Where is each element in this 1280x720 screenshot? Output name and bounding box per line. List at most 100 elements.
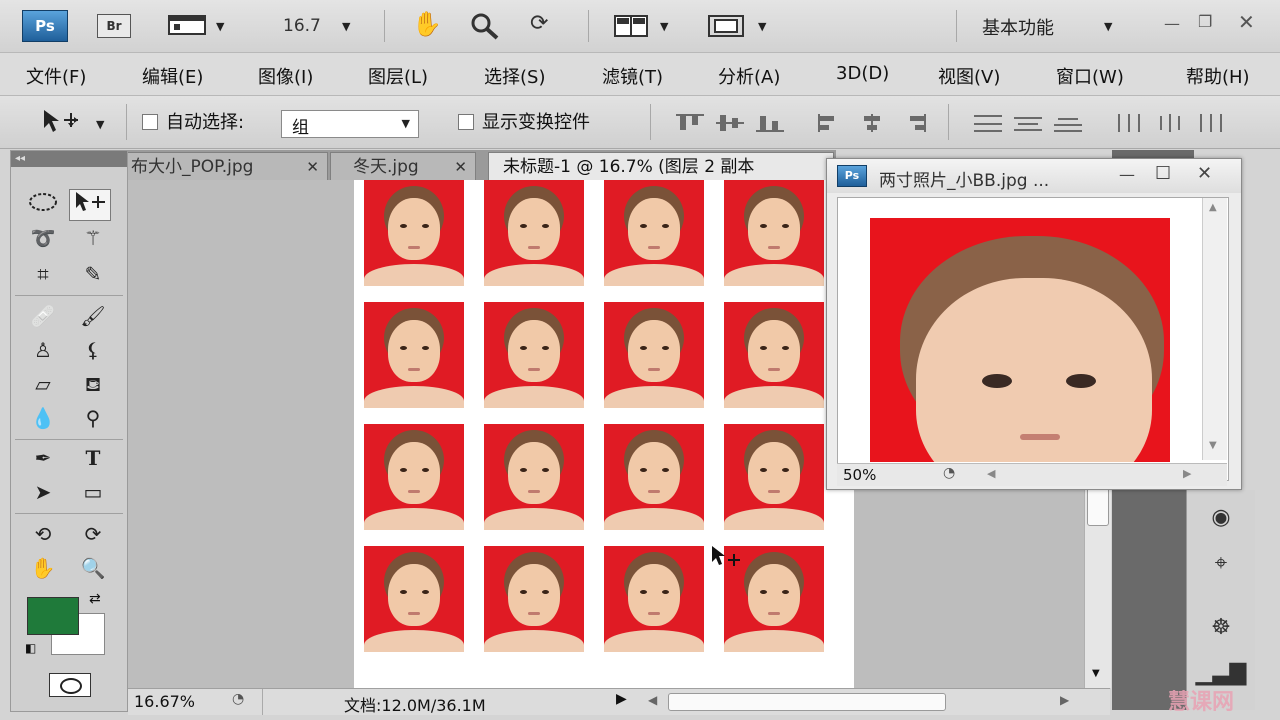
auto-select-checkbox[interactable] [142,114,158,130]
menu-view[interactable]: 视图(V) [938,63,1000,89]
navigator-icon[interactable]: ☸ [1187,608,1255,648]
close-tab-icon[interactable]: ✕ [454,153,467,181]
scroll-right-icon[interactable]: ▶ [1183,467,1191,480]
status-options-icon[interactable]: ◔ [232,691,244,707]
pen-tool-icon[interactable]: ✒ [23,443,63,473]
tab-document-1[interactable]: 布大小_POP.jpg ✕ [126,152,328,181]
screen-mode-caret-icon[interactable]: ▼ [758,20,766,33]
distribute-bottom-icon[interactable] [1054,114,1082,132]
floating-window-titlebar[interactable]: Ps 两寸照片_小BB.jpg ... — ☐ ✕ [827,159,1241,193]
type-tool-icon[interactable]: T [73,443,113,473]
minimize-icon[interactable]: — [1119,165,1135,184]
status-menu-arrow-icon[interactable]: ▶ [616,691,627,707]
align-left-icon[interactable] [818,114,846,132]
menu-3d[interactable]: 3D(D) [836,63,889,84]
distribute-vcenter-icon[interactable] [1014,114,1042,132]
floating-document-window[interactable]: Ps 两寸照片_小BB.jpg ... — ☐ ✕ ▲ ▼ 50% ◔ ◀ ▶ [826,158,1242,490]
zoom-level-field[interactable]: 16.7 [283,16,321,36]
bridge-button[interactable]: Br [97,14,131,38]
scroll-up-icon[interactable]: ▲ [1209,202,1217,213]
align-right-icon[interactable] [898,114,926,132]
align-hcenter-icon[interactable] [858,114,886,132]
hand-tool-icon[interactable]: ✋ [412,11,442,37]
zoom-caret-icon[interactable]: ▼ [342,20,350,33]
arrange-caret-icon[interactable]: ▼ [660,20,668,33]
tools-panel-header[interactable]: ◂◂ [11,151,127,167]
close-icon[interactable]: ✕ [1197,163,1212,184]
eyedropper-tool-icon[interactable]: ✎ [73,259,113,289]
floating-zoom[interactable]: 50% [843,466,876,484]
show-transform-checkbox[interactable] [458,114,474,130]
3d-material-icon[interactable]: ◉ [1187,498,1255,538]
path-selection-tool-icon[interactable]: ➤ [23,477,63,507]
scroll-down-icon[interactable]: ▼ [1092,668,1100,679]
distribute-right-icon[interactable] [1196,114,1224,132]
lasso-tool-icon[interactable]: ➰ [23,223,63,253]
menu-help[interactable]: 帮助(H) [1186,63,1250,89]
document-canvas[interactable] [354,180,854,688]
paint-bucket-tool-icon[interactable]: ⛾ [73,369,113,399]
3d-scene-icon[interactable]: ⌖ [1187,544,1255,584]
marquee-tool-icon[interactable] [23,191,63,221]
menu-filter[interactable]: 滤镜(T) [602,63,663,89]
scroll-left-icon[interactable]: ◀ [987,467,995,480]
align-bottom-icon[interactable] [756,114,784,132]
dodge-tool-icon[interactable]: ⚲ [73,403,113,433]
zoom-percentage[interactable]: 16.67% [134,692,195,711]
healing-brush-tool-icon[interactable]: 🩹 [23,301,63,331]
align-vcenter-icon[interactable] [716,114,744,132]
menu-layer[interactable]: 图层(L) [368,63,428,89]
scroll-right-icon[interactable]: ▶ [1060,693,1069,707]
magic-wand-tool-icon[interactable]: ⚚ [73,223,113,253]
foreground-color-swatch[interactable] [27,597,79,635]
menu-edit[interactable]: 编辑(E) [142,63,203,89]
arrange-documents-icon[interactable] [614,14,650,42]
menu-image[interactable]: 图像(I) [258,63,313,89]
auto-select-dropdown[interactable]: 组 ▼ [281,110,419,138]
distribute-left-icon[interactable] [1116,114,1144,132]
floating-vertical-scrollbar[interactable]: ▲ ▼ [1202,198,1227,460]
crop-tool-icon[interactable]: ⌗ [23,259,63,289]
workspace-caret-icon[interactable]: ▼ [1104,20,1112,33]
menu-select[interactable]: 选择(S) [484,63,545,89]
history-brush-tool-icon[interactable]: ⚸ [73,335,113,365]
menu-file[interactable]: 文件(F) [26,63,86,89]
3d-orbit-tool-icon[interactable]: ⟳ [73,519,113,549]
blur-tool-icon[interactable]: 💧 [23,403,63,433]
move-tool-preset-icon[interactable] [42,108,82,140]
hand-tool-icon[interactable]: ✋ [23,553,63,583]
distribute-top-icon[interactable] [974,114,1002,132]
zoom-tool-icon[interactable]: 🔍 [73,553,113,583]
close-icon[interactable]: ✕ [1238,10,1255,34]
tab-document-2[interactable]: 冬天.jpg ✕ [330,152,476,181]
minimize-icon[interactable]: — [1164,14,1180,33]
status-options-icon[interactable]: ◔ [943,465,955,481]
maximize-icon[interactable]: ☐ [1155,163,1171,184]
3d-rotate-tool-icon[interactable]: ⟲ [23,519,63,549]
eraser-tool-icon[interactable]: ▱ [23,369,63,399]
move-tool-icon[interactable] [69,189,111,221]
restore-icon[interactable]: ❐ [1198,12,1212,31]
floating-window-canvas[interactable]: ▲ ▼ [837,197,1229,481]
quick-mask-button[interactable] [49,673,91,697]
scroll-down-icon[interactable]: ▼ [1209,440,1217,451]
tab-document-active[interactable]: 未标题-1 @ 16.7% (图层 2 副本 [488,152,834,181]
scroll-left-icon[interactable]: ◀ [648,693,657,707]
menu-analysis[interactable]: 分析(A) [718,63,780,89]
zoom-tool-icon[interactable] [470,12,500,44]
clone-stamp-tool-icon[interactable]: ♙ [23,335,63,365]
close-tab-icon[interactable]: ✕ [306,153,319,181]
rotate-view-icon[interactable]: ⟳ [530,11,548,37]
menu-window[interactable]: 窗口(W) [1056,63,1124,89]
rectangle-tool-icon[interactable]: ▭ [73,477,113,507]
workspace-switcher[interactable]: 基本功能 [982,14,1054,40]
horizontal-scroll-thumb[interactable] [668,693,946,711]
tool-preset-caret-icon[interactable]: ▼ [96,118,104,131]
default-colors-icon[interactable]: ◧ [25,641,36,655]
screen-mode-icon[interactable] [708,14,746,42]
screen-mode-icon[interactable] [168,12,208,38]
brush-tool-icon[interactable]: 🖌 [73,301,113,331]
screen-mode-caret-icon[interactable]: ▼ [216,20,224,33]
align-top-icon[interactable] [676,114,704,132]
distribute-hcenter-icon[interactable] [1156,114,1184,132]
